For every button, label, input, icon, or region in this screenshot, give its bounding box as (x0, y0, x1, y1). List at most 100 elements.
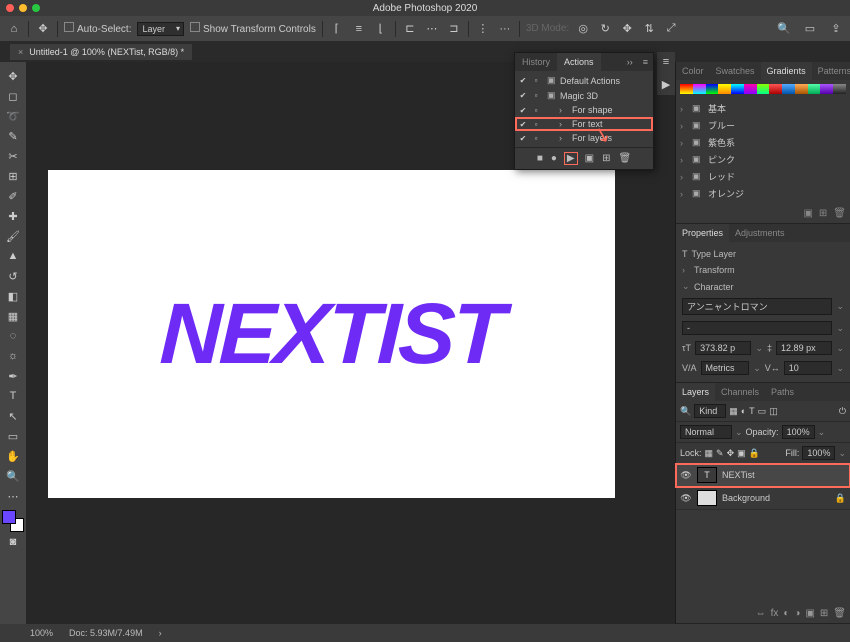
gradient-folder[interactable]: ›▣基本 (676, 100, 850, 117)
layer-row[interactable]: 👁TNEXTist (676, 464, 850, 487)
check-icon[interactable]: ✔ (518, 76, 528, 85)
transform-section[interactable]: Transform (694, 265, 735, 275)
delete-action-icon[interactable]: 🗑 (618, 153, 631, 164)
auto-select-dropdown[interactable]: Layer (137, 22, 184, 36)
tab-patterns[interactable]: Patterns (812, 62, 850, 80)
play-action-icon[interactable]: ▶ (565, 153, 577, 164)
layer-thumbnail[interactable]: T (697, 467, 717, 483)
eyedropper-tool[interactable]: ✐ (1, 186, 25, 206)
tab-swatches[interactable]: Swatches (710, 62, 761, 80)
filter-adjust-icon[interactable]: ◐ (741, 406, 746, 416)
action-item[interactable]: ✔▫›For shape (515, 103, 653, 117)
tab-actions[interactable]: Actions (557, 53, 601, 71)
gradient-tool[interactable]: ▦ (1, 306, 25, 326)
blur-tool[interactable]: ◌ (1, 326, 25, 346)
share-icon[interactable]: ⇪ (828, 21, 844, 37)
panel-menu-icon[interactable]: ≡ (638, 57, 653, 67)
filter-toggle[interactable]: ⏻ (839, 406, 846, 417)
tab-adjustments[interactable]: Adjustments (729, 224, 791, 242)
eraser-tool[interactable]: ◧ (1, 286, 25, 306)
tab-paths[interactable]: Paths (765, 383, 800, 401)
layer-name[interactable]: Background (722, 493, 770, 503)
kerning-input[interactable]: 10 (784, 361, 833, 375)
edit-toolbar[interactable]: ⋯ (1, 486, 25, 506)
filter-type-icon[interactable]: T (749, 406, 755, 416)
new-preset-icon[interactable]: ⊞ (819, 208, 827, 219)
document-tab[interactable]: × Untitled-1 @ 100% (NEXTist, RGB/8) * (10, 44, 192, 60)
show-transform-checkbox[interactable]: Show Transform Controls (190, 22, 316, 35)
3d-orbit-icon[interactable]: ◎ (575, 21, 591, 37)
action-item[interactable]: ✔▫›For layers (515, 131, 653, 145)
filter-smart-icon[interactable]: ◫ (769, 406, 778, 417)
filter-shape-icon[interactable]: ▭ (758, 406, 767, 417)
filter-kind-icon[interactable]: 🔍 (680, 406, 691, 417)
shape-tool[interactable]: ▭ (1, 426, 25, 446)
fill-input[interactable]: 100% (802, 446, 835, 460)
frame-tool[interactable]: ⊞ (1, 166, 25, 186)
more-align-icon[interactable]: ··· (497, 21, 513, 37)
layer-fx-icon[interactable]: fx (771, 608, 779, 619)
search-icon[interactable]: 🔍 (776, 21, 792, 37)
lock-position-icon[interactable]: ✥ (727, 448, 735, 459)
record-icon[interactable]: ● (551, 153, 557, 164)
gradient-folder[interactable]: ›▣紫色系 (676, 134, 850, 151)
dialog-toggle[interactable]: ▫ (531, 120, 541, 129)
3d-roll-icon[interactable]: ↻ (597, 21, 613, 37)
leading-input[interactable]: 12.89 px (776, 341, 832, 355)
auto-select-checkbox[interactable]: Auto-Select: (64, 22, 131, 35)
history-brush-tool[interactable]: ↺ (1, 266, 25, 286)
color-swatches[interactable] (2, 510, 24, 532)
align-hcenter-icon[interactable]: ⋯ (424, 21, 440, 37)
opacity-input[interactable]: 100% (782, 425, 815, 439)
doc-size[interactable]: Doc: 5.93M/7.49M (69, 628, 143, 638)
dialog-toggle[interactable]: ▫ (531, 106, 541, 115)
crop-tool[interactable]: ✂ (1, 146, 25, 166)
dialog-toggle[interactable]: ▫ (531, 134, 541, 143)
layer-name[interactable]: NEXTist (722, 470, 755, 480)
3d-slide-icon[interactable]: ⇅ (641, 21, 657, 37)
align-top-icon[interactable]: ⌈ (329, 21, 345, 37)
check-icon[interactable]: ✔ (518, 91, 528, 100)
play-icon[interactable]: ▶ (662, 78, 670, 91)
dialog-toggle[interactable]: ▫ (531, 76, 541, 85)
new-group-icon[interactable]: ▣ (805, 608, 814, 619)
lock-artboard-icon[interactable]: ▣ (737, 448, 746, 459)
tab-gradients[interactable]: Gradients (761, 62, 812, 80)
align-left-icon[interactable]: ⊏ (402, 21, 418, 37)
new-action-icon[interactable]: ⊞ (602, 153, 610, 164)
layer-thumbnail[interactable] (697, 490, 717, 506)
lasso-tool[interactable]: ➰ (1, 106, 25, 126)
gradient-folder[interactable]: ›▣オレンジ (676, 185, 850, 202)
distribute-icon[interactable]: ⋮ (475, 21, 491, 37)
quick-mask[interactable]: ◙ (1, 532, 25, 552)
filter-kind-dropdown[interactable]: Kind (694, 404, 726, 418)
delete-preset-icon[interactable]: 🗑 (833, 208, 846, 219)
pen-tool[interactable]: ✒ (1, 366, 25, 386)
path-select-tool[interactable]: ↖ (1, 406, 25, 426)
new-group-icon[interactable]: ▣ (803, 208, 812, 219)
actions-panel[interactable]: History Actions ›› ≡ ✔▫▣Default Actions✔… (514, 52, 654, 170)
tab-color[interactable]: Color (676, 62, 710, 80)
zoom-tool[interactable]: 🔍 (1, 466, 25, 486)
lock-all-icon[interactable]: 🔒 (749, 448, 760, 459)
link-layers-icon[interactable]: ⇔ (756, 608, 766, 619)
check-icon[interactable]: ✔ (518, 106, 528, 115)
hand-tool[interactable]: ✋ (1, 446, 25, 466)
home-icon[interactable]: ⌂ (6, 21, 22, 37)
new-layer-icon[interactable]: ⊞ (820, 608, 828, 619)
gradient-folder[interactable]: ›▣レッド (676, 168, 850, 185)
foreground-color[interactable] (2, 510, 16, 524)
zoom-level[interactable]: 100% (30, 628, 53, 638)
check-icon[interactable]: ✔ (518, 134, 528, 143)
tab-channels[interactable]: Channels (715, 383, 765, 401)
panel-menu-icon[interactable]: ≡ (663, 56, 669, 68)
action-item[interactable]: ✔▫▣Magic 3D (515, 88, 653, 103)
blend-mode-dropdown[interactable]: Normal (680, 425, 732, 439)
delete-layer-icon[interactable]: 🗑 (833, 608, 846, 619)
brush-tool[interactable]: 🖌 (1, 226, 25, 246)
close-tab-icon[interactable]: × (18, 47, 23, 57)
tab-history[interactable]: History (515, 53, 557, 71)
lock-transparency-icon[interactable]: ▦ (705, 448, 714, 459)
layer-row[interactable]: 👁Background🔒 (676, 487, 850, 510)
align-right-icon[interactable]: ⊐ (446, 21, 462, 37)
